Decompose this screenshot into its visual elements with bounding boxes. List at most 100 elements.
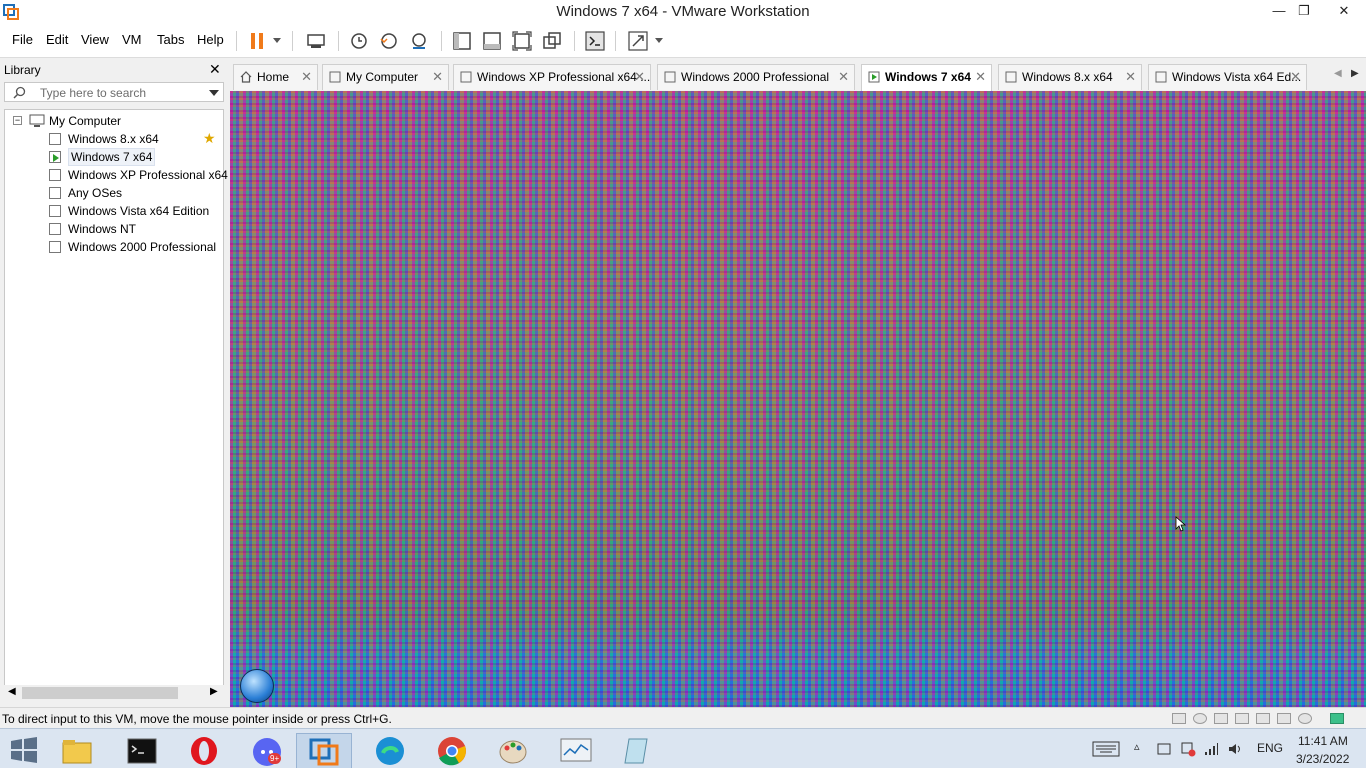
revert-snapshot-icon[interactable] bbox=[377, 29, 401, 53]
scroll-right-icon[interactable]: ▶ bbox=[210, 686, 218, 697]
scrollbar-thumb[interactable] bbox=[22, 687, 178, 699]
toolbar-separator bbox=[338, 31, 339, 51]
tab-windows-xp[interactable]: Windows XP Professional x64 ... ✕ bbox=[453, 64, 651, 90]
unity-icon[interactable] bbox=[540, 29, 564, 53]
toolbar-separator bbox=[292, 31, 293, 51]
vm-running-icon bbox=[49, 151, 61, 163]
clock-date[interactable]: 3/23/2022 bbox=[1296, 752, 1349, 766]
menu-tabs[interactable]: Tabs bbox=[157, 32, 184, 47]
vm-icon bbox=[1005, 71, 1017, 83]
toolbar-separator bbox=[441, 31, 442, 51]
tab-windows-vista[interactable]: Windows Vista x64 Ed... ✕ bbox=[1148, 64, 1307, 90]
collapse-icon[interactable]: − bbox=[13, 116, 22, 125]
vmware-workstation-task-icon[interactable] bbox=[296, 733, 352, 768]
tab-close-icon[interactable]: ✕ bbox=[975, 65, 986, 89]
tab-close-icon[interactable]: ✕ bbox=[432, 65, 443, 89]
hard-disk-icon[interactable] bbox=[1172, 713, 1186, 724]
library-panel: Library ✕ Type here to search − My Compu… bbox=[0, 59, 228, 707]
chrome-icon[interactable] bbox=[424, 733, 480, 768]
stretch-guest-icon[interactable] bbox=[626, 29, 650, 53]
network-adapter-icon[interactable] bbox=[1214, 713, 1228, 724]
vm-icon bbox=[49, 241, 61, 253]
tab-close-icon[interactable]: ✕ bbox=[1290, 65, 1301, 89]
toolbar-separator bbox=[574, 31, 575, 51]
vm-guest-screen[interactable] bbox=[230, 91, 1366, 707]
edge-icon[interactable] bbox=[363, 733, 419, 768]
window-title: Windows 7 x64 - VMware Workstation bbox=[556, 3, 810, 20]
snapshot-manager-icon[interactable] bbox=[407, 29, 431, 53]
tree-item-label: Any OSes bbox=[68, 186, 123, 200]
message-log-icon[interactable] bbox=[1330, 713, 1344, 724]
file-explorer-icon[interactable] bbox=[49, 733, 105, 768]
show-thumbnail-bar-icon[interactable] bbox=[480, 29, 504, 53]
toolbar-separator bbox=[236, 31, 237, 51]
close-button[interactable]: ✕ bbox=[1324, 0, 1364, 24]
library-horizontal-scrollbar[interactable]: ◀ ▶ bbox=[4, 685, 224, 702]
tab-close-icon[interactable]: ✕ bbox=[301, 65, 312, 89]
vm-icon bbox=[329, 71, 341, 83]
host-taskbar: 9+ ▵ ENG 11:41 AM 3/23/2022 bbox=[0, 728, 1366, 768]
tab-home[interactable]: Home ✕ bbox=[233, 64, 318, 90]
tab-windows-8[interactable]: Windows 8.x x64 ✕ bbox=[998, 64, 1142, 90]
usb-icon[interactable] bbox=[1256, 713, 1270, 724]
vm-icon bbox=[49, 223, 61, 235]
library-search-input[interactable]: Type here to search bbox=[4, 82, 224, 102]
scroll-left-icon[interactable]: ◀ bbox=[8, 686, 16, 697]
display-icon[interactable] bbox=[1298, 713, 1312, 724]
opera-icon[interactable] bbox=[177, 733, 233, 768]
tab-bar: Home ✕ My Computer ✕ Windows XP Professi… bbox=[230, 59, 1366, 91]
windows-start-icon[interactable] bbox=[10, 737, 38, 763]
search-dropdown-icon[interactable] bbox=[209, 90, 219, 96]
tree-item-label: Windows 2000 Professional bbox=[68, 240, 217, 254]
send-ctrl-alt-del-icon[interactable] bbox=[304, 29, 328, 53]
show-library-icon[interactable] bbox=[450, 29, 474, 53]
menu-vm[interactable]: VM bbox=[122, 32, 142, 47]
snapshot-icon[interactable] bbox=[347, 29, 371, 53]
search-icon bbox=[13, 86, 26, 99]
touch-keyboard-icon[interactable] bbox=[1092, 741, 1120, 757]
paint-icon[interactable] bbox=[486, 733, 542, 768]
tab-close-icon[interactable]: ✕ bbox=[634, 65, 645, 89]
network-error-icon[interactable] bbox=[1180, 741, 1196, 757]
menu-help[interactable]: Help bbox=[197, 32, 224, 47]
signal-strength-icon[interactable] bbox=[1203, 741, 1219, 757]
tab-windows-7[interactable]: Windows 7 x64 ✕ bbox=[861, 64, 992, 91]
tree-item-label: Windows NT bbox=[68, 222, 137, 236]
mouse-pointer-icon bbox=[1175, 516, 1187, 532]
tab-scroll-right-icon[interactable]: ▶ bbox=[1351, 68, 1359, 79]
tab-windows-2000[interactable]: Windows 2000 Professional ✕ bbox=[657, 64, 855, 90]
tab-scroll-left-icon[interactable]: ◀ bbox=[1334, 68, 1342, 79]
stretch-dropdown-icon[interactable] bbox=[655, 38, 663, 43]
clock-time[interactable]: 11:41 AM bbox=[1298, 734, 1348, 748]
restore-button[interactable]: ❐ bbox=[1289, 0, 1319, 24]
sound-card-icon[interactable] bbox=[1277, 713, 1291, 724]
printer-icon[interactable] bbox=[1235, 713, 1249, 724]
menu-edit[interactable]: Edit bbox=[46, 32, 68, 47]
tree-root-label: My Computer bbox=[49, 114, 122, 128]
status-message: To direct input to this VM, move the mou… bbox=[2, 712, 392, 726]
input-language[interactable]: ENG bbox=[1257, 741, 1283, 755]
favorite-star-icon[interactable]: ★ bbox=[203, 129, 216, 147]
tab-close-icon[interactable]: ✕ bbox=[838, 65, 849, 89]
vm-icon bbox=[49, 133, 61, 145]
command-prompt-icon[interactable] bbox=[115, 733, 171, 768]
library-title: Library bbox=[4, 63, 41, 77]
tab-close-icon[interactable]: ✕ bbox=[1125, 65, 1136, 89]
cd-dvd-icon[interactable] bbox=[1193, 713, 1207, 724]
menu-view[interactable]: View bbox=[81, 32, 109, 47]
notepad-icon[interactable] bbox=[609, 733, 665, 768]
menu-file[interactable]: File bbox=[12, 32, 33, 47]
discord-icon[interactable]: 9+ bbox=[238, 733, 294, 768]
full-screen-icon[interactable] bbox=[510, 29, 534, 53]
tab-my-computer[interactable]: My Computer ✕ bbox=[322, 64, 449, 90]
performance-monitor-icon[interactable] bbox=[548, 733, 604, 768]
console-view-icon[interactable] bbox=[583, 29, 607, 53]
show-hidden-icons[interactable]: ▵ bbox=[1134, 740, 1140, 753]
action-center-flag-icon[interactable] bbox=[1156, 741, 1172, 757]
library-close-button[interactable]: ✕ bbox=[209, 61, 221, 78]
tree-item-windows-8[interactable]: Windows 8.x x64 ★ bbox=[49, 130, 221, 148]
search-placeholder: Type here to search bbox=[40, 86, 147, 100]
pause-icon[interactable] bbox=[246, 29, 270, 53]
power-dropdown-icon[interactable] bbox=[273, 38, 281, 43]
volume-icon[interactable] bbox=[1227, 741, 1243, 757]
